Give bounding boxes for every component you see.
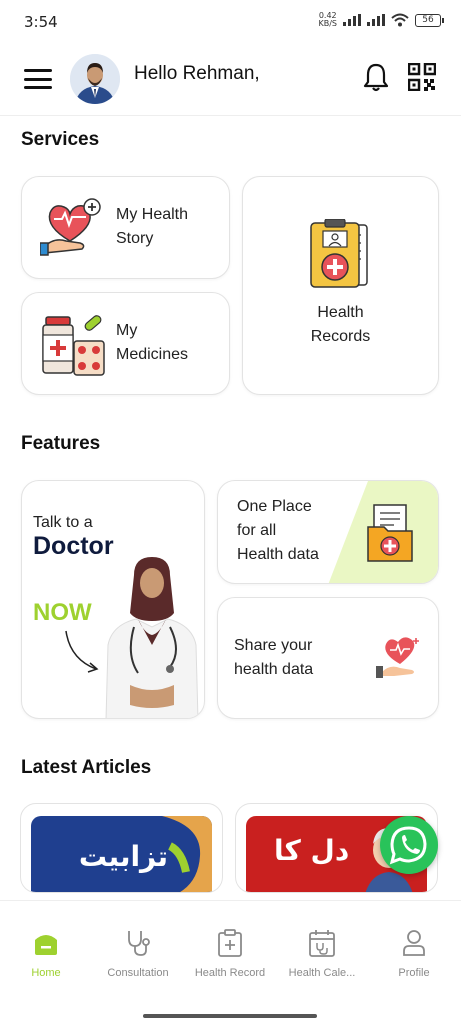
whatsapp-button[interactable]	[380, 816, 438, 874]
service-label: My Health Story	[116, 206, 189, 247]
article-title: دل کا	[274, 834, 350, 867]
nav-home[interactable]: Home	[0, 929, 92, 979]
doctor-card-line1: Talk to a	[33, 514, 93, 531]
health-records-icon	[310, 219, 368, 288]
doctor-card-now: NOW	[33, 599, 92, 626]
services-title: Services	[21, 129, 100, 150]
network-speed: 0.42 KB/S	[318, 11, 337, 28]
service-card-health-story[interactable]: My Health Story	[21, 176, 230, 279]
avatar[interactable]	[70, 54, 120, 104]
article-thumbnail: تزابیت	[31, 816, 212, 892]
nav-profile[interactable]: Profile	[368, 929, 460, 979]
share-health-data-card[interactable]: Share your health data	[217, 597, 439, 719]
article-title: تزابیت	[78, 840, 168, 873]
folder-icon	[367, 504, 413, 562]
status-bar: 3:54 0.42 KB/S 56	[0, 0, 461, 44]
article-card[interactable]: تزابیت	[20, 803, 223, 893]
features-title: Features	[21, 433, 101, 454]
bottom-navigation: Home Consultation Health Record Health C…	[0, 900, 461, 1024]
home-indicator[interactable]	[143, 1014, 317, 1018]
share-text: Share your health data	[234, 637, 314, 678]
stethoscope-icon	[128, 931, 150, 956]
nav-consultation[interactable]: Consultation	[92, 929, 184, 979]
health-story-icon	[40, 198, 101, 256]
battery-icon: 56	[415, 13, 444, 27]
one-place-text: One Place for all Health data	[237, 498, 319, 563]
status-time: 3:54	[24, 13, 58, 31]
app-header: Hello Rehman,	[0, 44, 461, 116]
medicines-icon	[42, 315, 105, 376]
service-label: My Medicines	[116, 322, 189, 363]
bell-icon[interactable]	[362, 62, 390, 92]
calendar-icon	[309, 930, 335, 957]
service-card-medicines[interactable]: My Medicines	[21, 292, 230, 395]
latest-articles-title: Latest Articles	[21, 757, 152, 778]
heart-hand-icon	[376, 637, 419, 678]
service-card-health-records[interactable]: Health Records	[242, 176, 439, 395]
signal-icon-2	[367, 14, 385, 26]
nav-health-calendar[interactable]: Health Cale...	[276, 929, 368, 979]
wifi-icon	[391, 13, 409, 27]
one-place-health-data-card[interactable]: One Place for all Health data	[217, 480, 439, 584]
greeting-text: Hello Rehman,	[134, 63, 260, 84]
menu-icon[interactable]	[24, 69, 52, 89]
nav-health-record[interactable]: Health Record	[184, 929, 276, 979]
clipboard-icon	[218, 929, 242, 957]
signal-icon	[343, 14, 361, 26]
qr-code-icon[interactable]	[408, 63, 436, 91]
arrow-icon	[65, 630, 99, 673]
doctor-image	[105, 557, 199, 718]
status-icons: 0.42 KB/S 56	[318, 11, 444, 28]
talk-to-doctor-card[interactable]: Talk to a Doctor NOW	[21, 480, 205, 719]
whatsapp-icon	[389, 826, 427, 865]
profile-icon	[403, 930, 425, 956]
home-icon	[35, 935, 57, 955]
service-label: Health Records	[310, 304, 371, 345]
